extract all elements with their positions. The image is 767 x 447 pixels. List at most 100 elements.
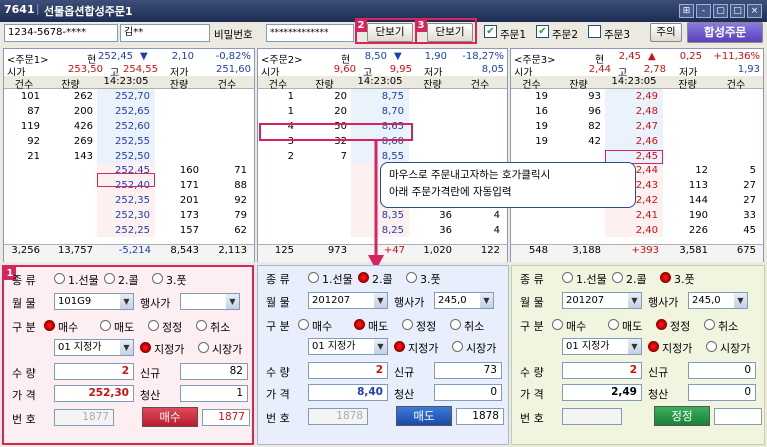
bid-price[interactable]: 252,25 <box>115 225 150 236</box>
maximize-icon[interactable]: □ <box>730 4 745 18</box>
strike-select[interactable]: 245,0 ▼ <box>434 292 494 309</box>
ask-price[interactable]: 252,55 <box>115 136 150 147</box>
account-select[interactable]: 1234-5678-**** <box>4 24 118 42</box>
limit-radio[interactable] <box>394 341 405 352</box>
change-percent: -0,82% <box>215 51 251 62</box>
sell-button[interactable]: 매도 <box>396 406 452 426</box>
bid-price[interactable]: 252,30 <box>115 210 150 221</box>
bid-price[interactable]: 2,44 <box>636 165 658 176</box>
bid-row[interactable]: 2,40 226 45 <box>511 225 763 238</box>
month-select[interactable]: 201207 ▼ <box>562 292 642 309</box>
division-radio-2[interactable] <box>354 319 365 330</box>
ask-price[interactable]: 8,75 <box>382 91 404 102</box>
ask-row[interactable]: 16 96 2,48 <box>511 106 763 119</box>
ask-price[interactable]: 2,49 <box>636 91 658 102</box>
ask-price[interactable]: 252,50 <box>115 151 150 162</box>
split-view-button-2[interactable]: 단보기 <box>367 23 413 42</box>
caution-button[interactable]: 주의 <box>650 23 682 42</box>
division-radio-4[interactable] <box>196 320 207 331</box>
split-view-button-3[interactable]: 단보기 <box>427 23 473 42</box>
bid-row[interactable]: 252,25 157 62 <box>4 225 254 238</box>
pin-icon[interactable]: ⊞ <box>679 4 694 18</box>
ask-row[interactable]: 101 262 252,70 <box>4 91 254 104</box>
division-radio-3[interactable] <box>656 319 667 330</box>
qty-input[interactable]: 2 <box>54 363 134 380</box>
division-radio-1[interactable] <box>44 320 55 331</box>
bid-row[interactable]: 252,30 173 79 <box>4 210 254 223</box>
ask-price[interactable]: 252,70 <box>115 91 150 102</box>
kind-radio-3[interactable] <box>152 273 163 284</box>
ask-row[interactable]: 119 426 252,60 <box>4 121 254 134</box>
bid-price[interactable]: 252,35 <box>115 195 150 206</box>
price-type-select[interactable]: 01 지정가 ▼ <box>562 338 642 355</box>
kind-radio-2[interactable] <box>104 273 115 284</box>
market-radio[interactable] <box>706 341 717 352</box>
bid-row[interactable]: 252,35 201 92 <box>4 195 254 208</box>
market-radio[interactable] <box>198 342 209 353</box>
division-radio-4[interactable] <box>704 319 715 330</box>
qty-input[interactable]: 2 <box>562 362 642 379</box>
ask-price[interactable]: 8,55 <box>382 151 404 162</box>
division-radio-4[interactable] <box>450 319 461 330</box>
division-radio-2[interactable] <box>608 319 619 330</box>
ask-price[interactable]: 2,46 <box>636 136 658 147</box>
division-radio-1[interactable] <box>552 319 563 330</box>
bid-price[interactable]: 2,42 <box>636 195 658 206</box>
ask-price[interactable]: 252,65 <box>115 106 150 117</box>
price-input[interactable]: 2,49 <box>562 384 642 401</box>
division-radio-3[interactable] <box>402 319 413 330</box>
strike-select[interactable]: ▼ <box>180 293 240 310</box>
bid-row[interactable]: 2,41 190 33 <box>511 210 763 223</box>
price-type-select[interactable]: 01 지정가 ▼ <box>308 338 388 355</box>
modify-button[interactable]: 정정 <box>654 406 710 426</box>
ask-row[interactable]: 92 269 252,55 <box>4 136 254 149</box>
ask-price[interactable]: 8,70 <box>382 106 404 117</box>
bid-price[interactable]: 8,25 <box>382 225 404 236</box>
order2-checkbox[interactable]: ✔ <box>536 25 549 38</box>
limit-radio[interactable] <box>648 341 659 352</box>
password-label: 비밀번호 <box>214 29 253 41</box>
bid-price[interactable]: 2,40 <box>636 225 658 236</box>
ask-row[interactable]: 87 200 252,65 <box>4 106 254 119</box>
close-icon[interactable]: × <box>747 4 762 18</box>
price-type-select[interactable]: 01 지정가 ▼ <box>54 339 134 356</box>
kind-radio-2[interactable] <box>358 272 369 283</box>
minimize-icon[interactable]: - <box>696 4 711 18</box>
bid-price[interactable]: 2,41 <box>636 210 658 221</box>
ask-row[interactable]: 1 20 8,75 <box>258 91 507 104</box>
month-select[interactable]: 201207 ▼ <box>308 292 388 309</box>
division-radio-3[interactable] <box>148 320 159 331</box>
kind-radio-1[interactable] <box>54 273 65 284</box>
market-label: 시장가 <box>720 342 751 355</box>
ask-row[interactable]: 19 82 2,47 <box>511 121 763 134</box>
kind-radio-3[interactable] <box>660 272 671 283</box>
division-radio-1[interactable] <box>298 319 309 330</box>
qty-input[interactable]: 2 <box>308 362 388 379</box>
market-radio[interactable] <box>452 341 463 352</box>
ask-row[interactable]: 21 143 252,50 <box>4 151 254 164</box>
strike-select[interactable]: 245,0 ▼ <box>688 292 748 309</box>
price-input[interactable]: 8,40 <box>308 384 388 401</box>
ask-price[interactable]: 252,60 <box>115 121 150 132</box>
price-input[interactable]: 252,30 <box>54 385 134 402</box>
ask-row[interactable]: 1 20 8,70 <box>258 106 507 119</box>
kind-radio-3[interactable] <box>406 272 417 283</box>
ask-row[interactable]: 19 42 2,46 <box>511 136 763 149</box>
buy-button[interactable]: 매수 <box>142 407 198 427</box>
ask-price[interactable]: 2,48 <box>636 106 658 117</box>
bid-price[interactable]: 8,35 <box>382 210 404 221</box>
kind-radio-2[interactable] <box>612 272 623 283</box>
kind-radio-1[interactable] <box>308 272 319 283</box>
division-radio-2[interactable] <box>100 320 111 331</box>
order3-checkbox[interactable] <box>588 25 601 38</box>
bid-price[interactable]: 2,43 <box>636 180 658 191</box>
ask-row[interactable]: 19 93 2,49 <box>511 91 763 104</box>
month-select[interactable]: 101G9 ▼ <box>54 293 134 310</box>
password-input[interactable]: ************* <box>266 24 354 42</box>
kind-radio-1[interactable] <box>562 272 573 283</box>
ask-price[interactable]: 2,47 <box>636 121 658 132</box>
order1-checkbox[interactable]: ✔ <box>484 25 497 38</box>
restore-icon[interactable]: ▢ <box>713 4 728 18</box>
limit-radio[interactable] <box>140 342 151 353</box>
combined-order-button[interactable]: 합성주문 <box>687 22 763 43</box>
